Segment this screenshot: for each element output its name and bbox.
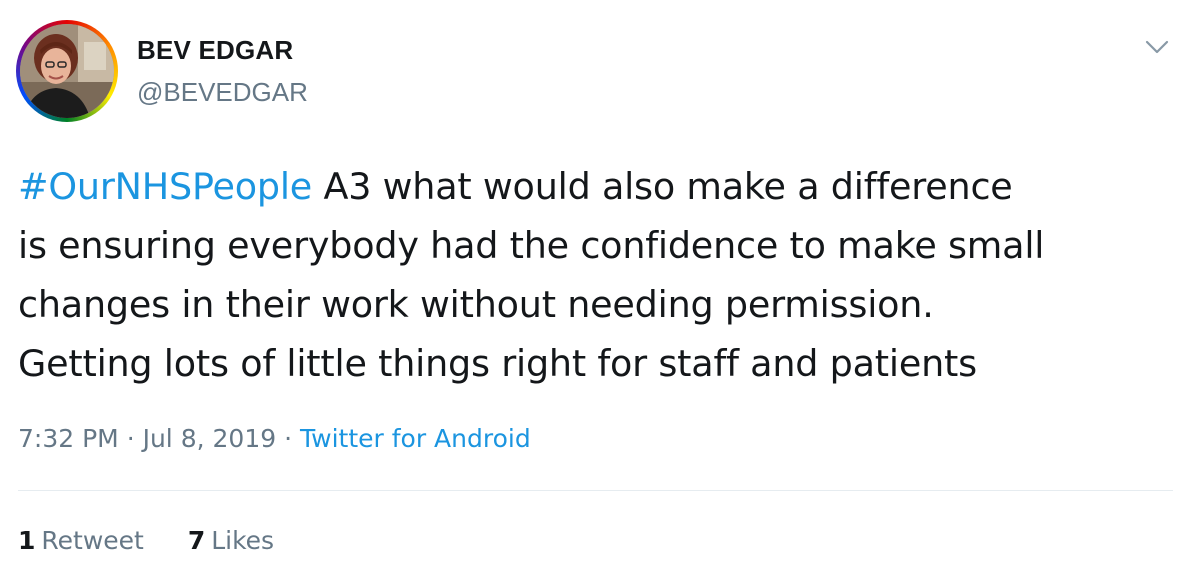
tweet-time[interactable]: 7:32 PM	[18, 424, 119, 453]
likes-label: Likes	[211, 526, 275, 555]
tweet-text-line-4: Getting lots of little things right for …	[18, 342, 977, 385]
retweets-stat[interactable]: 1 Retweet	[18, 526, 144, 555]
author-display-name[interactable]: BEV EDGAR	[137, 35, 293, 66]
tweet-text-line-3: changes in their work without needing pe…	[18, 283, 934, 326]
tweet-text-segment: A3 what would also make a difference	[312, 165, 1013, 208]
divider	[18, 490, 1173, 491]
tweet-text: #OurNHSPeople A3 what would also make a …	[18, 157, 1178, 393]
likes-count: 7	[187, 526, 206, 555]
tweet-date[interactable]: Jul 8, 2019	[143, 424, 277, 453]
retweets-count: 1	[18, 526, 36, 555]
tweet-source-link[interactable]: Twitter for Android	[300, 424, 531, 453]
tweet-text-line-2: is ensuring everybody had the confidence…	[18, 224, 1045, 267]
avatar-photo	[20, 24, 114, 118]
retweets-label: Retweet	[41, 526, 144, 555]
tweet-text-line-1: #OurNHSPeople A3 what would also make a …	[18, 157, 1178, 216]
hashtag-link[interactable]: #OurNHSPeople	[18, 165, 312, 208]
tweet-card: BEV EDGAR @BEVEDGAR #OurNHSPeople A3 wha…	[0, 0, 1191, 577]
chevron-down-icon[interactable]	[1144, 34, 1170, 60]
likes-stat[interactable]: 7 Likes	[188, 526, 274, 555]
avatar-image	[20, 24, 114, 118]
tweet-stats: 1 Retweet 7 Likes	[18, 526, 310, 555]
meta-separator: ·	[126, 424, 135, 453]
author-handle[interactable]: @BEVEDGAR	[137, 77, 308, 108]
tweet-metadata: 7:32 PM · Jul 8, 2019 · Twitter for Andr…	[18, 424, 531, 453]
avatar[interactable]	[16, 20, 118, 122]
meta-separator: ·	[284, 424, 293, 453]
